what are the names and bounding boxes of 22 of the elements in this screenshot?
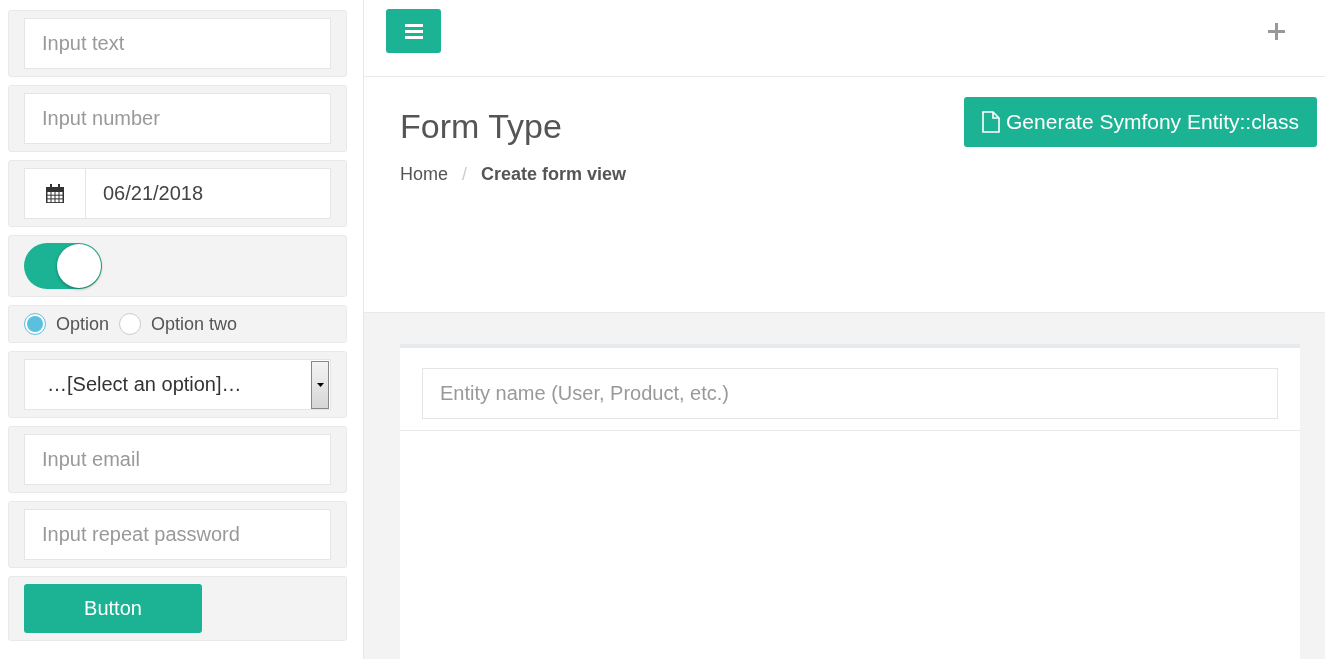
menu-button[interactable] <box>386 9 441 53</box>
radio-label: Option <box>56 313 110 335</box>
document-icon <box>982 111 1001 133</box>
menu-icon <box>404 23 423 39</box>
breadcrumb-item[interactable]: Home <box>400 164 448 185</box>
input-field[interactable]: Input number <box>24 93 331 144</box>
toggle-switch[interactable] <box>24 243 102 289</box>
dropdown-caret-icon <box>316 382 324 387</box>
breadcrumb-separator: / <box>462 164 468 185</box>
plus-icon[interactable] <box>1268 23 1285 40</box>
breadcrumb-item: Create form view <box>481 164 627 185</box>
radio-label: Option two <box>151 313 238 335</box>
entity-name-field[interactable]: Entity name (User, Product, etc.) <box>422 368 1278 419</box>
radio-button[interactable] <box>24 313 46 335</box>
date-field[interactable]: 06/21/2018 <box>24 168 331 219</box>
input-field[interactable]: Input text <box>24 18 331 69</box>
page-title: Form Type <box>400 107 563 146</box>
input-field[interactable]: Input email <box>24 434 331 485</box>
input-field[interactable]: Input repeat password <box>24 509 331 560</box>
select-field[interactable]: …[Select an option]… <box>24 359 331 410</box>
calendar-icon <box>45 183 65 204</box>
radio-button[interactable] <box>119 313 142 335</box>
